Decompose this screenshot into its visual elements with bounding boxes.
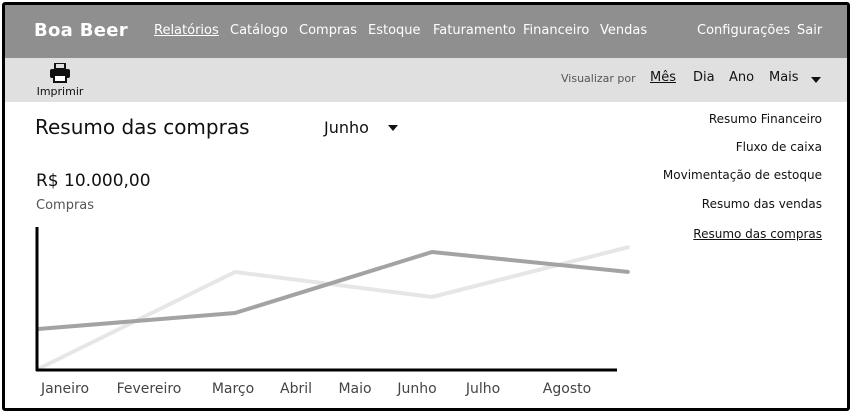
x-tick-label: Janeiro	[40, 381, 89, 397]
x-tick-label: Junho	[396, 381, 436, 397]
side-link-resumo-financeiro[interactable]: Resumo Financeiro	[709, 112, 822, 126]
series-1-point-3	[431, 296, 433, 298]
chevron-down-icon[interactable]	[811, 77, 821, 83]
side-link-resumo-compras[interactable]: Resumo das compras	[693, 227, 822, 241]
x-tick-label: Fevereiro	[117, 381, 182, 397]
series-1-point-2	[234, 271, 236, 273]
nav-item-sair[interactable]: Sair	[797, 23, 822, 38]
x-tick-label: Julho	[465, 381, 500, 397]
side-link-fluxo-de-caixa[interactable]: Fluxo de caixa	[736, 140, 822, 154]
series-line-2	[37, 250, 630, 331]
view-option-dia[interactable]: Dia	[693, 70, 715, 85]
x-tick-labels: Janeiro Fevereiro Março Abril Maio Junho Julho…	[40, 381, 591, 397]
x-tick-label: Maio	[338, 381, 371, 397]
x-tick-label: Março	[212, 381, 254, 397]
view-option-ano[interactable]: Ano	[729, 70, 754, 85]
x-tick-label: Abril	[280, 381, 312, 397]
nav-item-configuracoes[interactable]: Configurações	[697, 23, 790, 38]
series-line-1	[37, 245, 630, 371]
view-option-mais[interactable]: Mais	[769, 70, 799, 85]
side-link-resumo-vendas[interactable]: Resumo das vendas	[702, 197, 822, 211]
series-2-point-3	[431, 251, 433, 253]
chart-series-layer	[37, 245, 630, 371]
series-2-point-4	[628, 271, 630, 273]
side-link-movimentacao-estoque[interactable]: Movimentação de estoque	[663, 168, 822, 182]
series-1-point-4	[628, 246, 630, 248]
app-window: Boa Beer Relatórios Catálogo Compras Est…	[2, 2, 850, 411]
series-2-point-2	[234, 312, 236, 314]
view-option-mes[interactable]: Mês	[650, 70, 676, 85]
purchases-line-chart: Janeiro Fevereiro Março Abril Maio Junho Julho…	[35, 227, 630, 397]
x-tick-label: Agosto	[543, 381, 591, 397]
